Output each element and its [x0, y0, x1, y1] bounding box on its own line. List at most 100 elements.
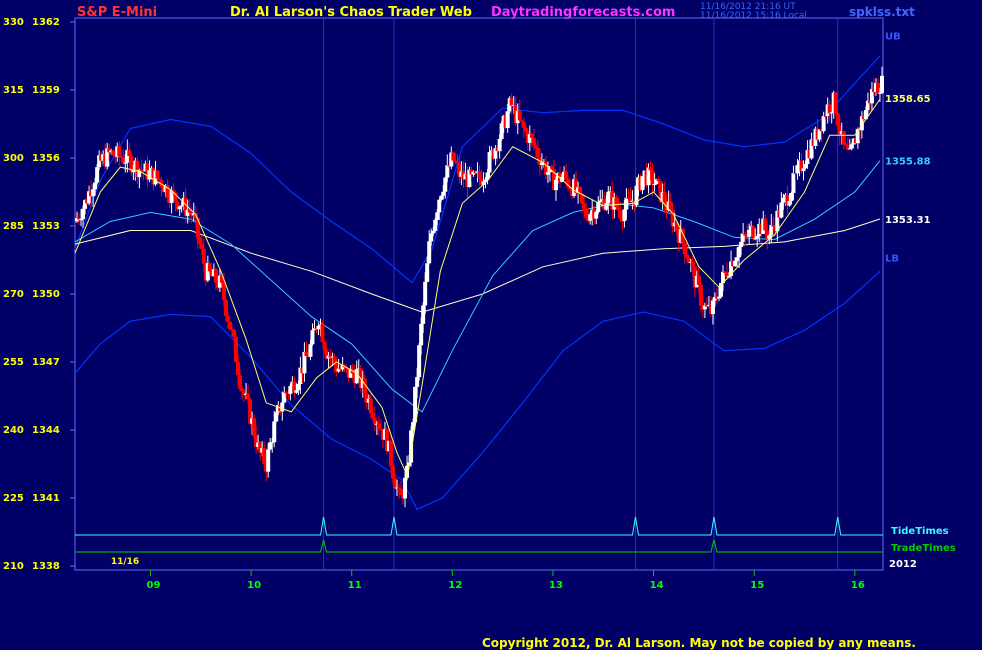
candle-body: [455, 162, 460, 164]
candle-body: [79, 219, 84, 221]
x-tick-label: 10: [247, 580, 261, 591]
y-tick-label-left: 270: [3, 289, 24, 300]
candle-body: [177, 206, 182, 210]
price-label: UB: [885, 32, 901, 43]
candle-body: [390, 466, 395, 479]
y-tick-label-left: 255: [3, 357, 24, 368]
price-label: 1355.88: [885, 157, 931, 168]
date-label: 11/16: [111, 557, 139, 567]
y-tick-label-price: 1344: [32, 425, 60, 436]
candle-body: [584, 208, 589, 218]
candle-body: [378, 428, 383, 430]
candle-body: [157, 178, 162, 181]
candle-body: [246, 393, 251, 400]
candle-body: [877, 92, 882, 94]
candle-body: [684, 254, 689, 258]
candle-body: [833, 92, 838, 114]
candle-body: [415, 377, 420, 387]
candle-body: [199, 244, 204, 249]
candle-body: [716, 296, 721, 299]
candle-body: [304, 351, 309, 357]
candle-body: [531, 137, 536, 146]
candle-body: [564, 171, 569, 179]
candle-body: [787, 200, 792, 206]
candle-body: [739, 241, 744, 248]
candle-body: [443, 177, 448, 192]
candle-body: [453, 160, 458, 163]
candle-body: [841, 131, 846, 145]
candle-body: [487, 152, 492, 173]
candle-body: [437, 199, 442, 213]
candle-body: [201, 248, 206, 264]
candle-body: [875, 83, 880, 94]
candle-body: [225, 316, 230, 322]
candle-body: [266, 449, 271, 472]
trade-times-line: [75, 539, 883, 553]
candle-body: [747, 229, 752, 237]
tide-times-label: TideTimes: [891, 526, 949, 537]
candle-body: [803, 164, 808, 169]
candle-body: [650, 170, 655, 186]
fast-average-line: [74, 98, 881, 478]
candle-body: [827, 104, 832, 114]
candle-body: [451, 152, 456, 161]
candle-body: [769, 224, 774, 236]
candle-body: [618, 210, 623, 219]
candle-body: [698, 284, 703, 306]
candle-body: [81, 208, 86, 220]
candle-body: [743, 234, 748, 236]
candle-body: [477, 171, 482, 179]
candle-body: [320, 324, 325, 343]
candle-body: [262, 448, 267, 465]
candle-body: [397, 487, 402, 489]
mid-average-line: [74, 160, 881, 413]
price-label: 1353.31: [885, 215, 931, 226]
x-tick-label: 14: [650, 580, 664, 591]
candle-body: [392, 478, 397, 489]
y-tick-label-left: 330: [3, 17, 24, 28]
candle-body: [535, 147, 540, 158]
candle-body: [370, 413, 375, 418]
candle-body: [648, 167, 653, 171]
candle-body: [519, 120, 524, 122]
candle-body: [310, 330, 315, 345]
candle-body: [322, 342, 327, 350]
candle-body: [197, 237, 202, 245]
tide-times-line: [75, 516, 883, 536]
candle-body: [849, 144, 854, 149]
candle-body: [231, 329, 236, 337]
y-tick-label-price: 1338: [32, 561, 60, 572]
candle-body: [117, 146, 122, 157]
candle-body: [588, 214, 593, 221]
candle-body: [280, 402, 285, 412]
candle-body: [789, 192, 794, 201]
candle-body: [429, 233, 434, 242]
candle-body: [521, 121, 526, 129]
candle-body: [779, 202, 784, 218]
candle-body: [847, 148, 852, 150]
candle-body: [308, 344, 313, 357]
candle-body: [270, 442, 275, 444]
candle-body: [221, 282, 226, 301]
candle-body: [523, 128, 528, 132]
candle-body: [533, 145, 538, 148]
candle-body: [227, 321, 232, 330]
candle-body: [139, 169, 144, 171]
candle-body: [616, 207, 621, 211]
y-tick-label-left: 225: [3, 493, 24, 504]
candle-body: [710, 300, 715, 314]
chart-window: S&P E-Mini Dr. Al Larson's Chaos Trader …: [0, 0, 982, 650]
candle-body: [751, 226, 756, 239]
lower-band-line: [74, 270, 881, 511]
candle-body: [582, 203, 587, 209]
y-tick-label-price: 1347: [32, 357, 60, 368]
candle-body: [545, 172, 550, 175]
candle-body: [233, 336, 238, 362]
candle-body: [735, 257, 740, 261]
candle-body: [419, 323, 424, 346]
candle-body: [821, 115, 826, 132]
candle-body: [155, 170, 160, 179]
chart-svg: 330 1362 315 1359 300 1356 285 1353 270 1350 255 13…: [3, 17, 956, 591]
candle-body: [354, 369, 359, 384]
candle-body: [240, 388, 245, 392]
